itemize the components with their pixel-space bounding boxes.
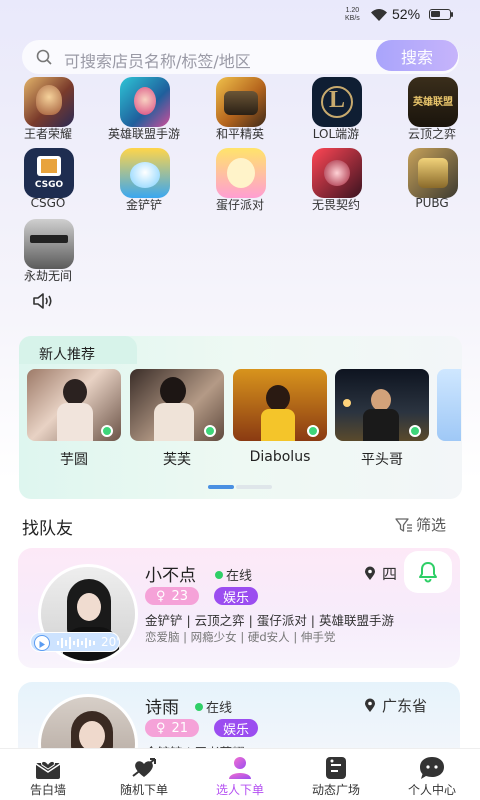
game-item-jinchanchan[interactable]: 金铲铲	[96, 148, 192, 218]
category-badge: 娱乐	[214, 719, 258, 738]
category-badge: 娱乐	[214, 587, 258, 606]
teammate-tags: 恋爱脑 | 网瘾少女 | 硬d安人 | 伸手党	[145, 630, 336, 644]
notify-button[interactable]	[404, 551, 452, 593]
bottom-nav: 告白墙 随机下单 选人下单 动态广场 个人中心	[0, 748, 480, 800]
filter-icon	[395, 517, 412, 532]
carousel-indicator-active	[208, 485, 234, 489]
game-item-eggy-party[interactable]: 蛋仔派对	[192, 148, 288, 218]
nav-feed-square[interactable]: 动态广场	[288, 749, 384, 800]
game-item-csgo[interactable]: CSGO CSGO	[0, 148, 96, 218]
jinchanchan-logo	[120, 148, 170, 198]
game-item-peace-elite[interactable]: 和平精英	[192, 77, 288, 147]
voice-intro-player[interactable]: 20'	[30, 632, 120, 652]
new-person-card-partial[interactable]	[437, 369, 461, 441]
search-icon	[36, 49, 52, 65]
network-speed: 1.20 KB/s	[345, 7, 360, 22]
location-pin-icon	[365, 566, 375, 580]
teammate-games: 金铲铲 | 云顶之弈 | 蛋仔派对 | 英雄联盟手游	[145, 613, 394, 628]
tft-logo: 英雄联盟	[408, 77, 458, 127]
play-icon	[34, 635, 50, 651]
lol-mobile-logo	[120, 77, 170, 127]
new-person-card[interactable]: 平头哥	[335, 369, 429, 469]
online-dot	[409, 425, 421, 437]
game-item-valorant[interactable]: 无畏契约	[288, 148, 384, 218]
nav-random-order[interactable]: 随机下单	[96, 749, 192, 800]
online-dot	[204, 425, 216, 437]
location: 四	[364, 563, 397, 584]
battery-percent: 52%	[392, 6, 421, 22]
new-person-card[interactable]: 芙芙	[130, 369, 224, 469]
peace-elite-logo	[216, 77, 266, 127]
new-people-title: 新人推荐	[39, 347, 95, 363]
teammate-name: 小不点	[145, 566, 196, 586]
location-pin-icon	[365, 698, 375, 712]
online-dot	[307, 425, 319, 437]
profile-chat-icon	[420, 757, 444, 779]
bell-icon	[419, 562, 437, 583]
online-status: 在线	[215, 565, 252, 584]
feed-icon	[326, 757, 346, 779]
nav-profile[interactable]: 个人中心	[384, 749, 480, 800]
person-select-icon	[229, 757, 251, 779]
game-item-lol-mobile[interactable]: 英雄联盟手游	[96, 77, 192, 147]
female-icon: ♀	[155, 720, 166, 736]
team-section-title: 找队友	[22, 519, 73, 539]
age-badge: ♀ 21	[145, 719, 199, 737]
new-person-card[interactable]: 芋圆	[27, 369, 121, 469]
lol-logo: L	[312, 77, 362, 127]
battery-icon	[429, 9, 451, 20]
game-item-wzry[interactable]: 王者荣耀	[0, 77, 96, 147]
location: 广东省	[364, 695, 427, 716]
eggy-party-logo	[216, 148, 266, 198]
waveform-icon	[57, 637, 95, 649]
online-dot	[101, 425, 113, 437]
filter-button[interactable]: 筛选	[395, 514, 446, 535]
teammate-name: 诗雨	[145, 698, 179, 718]
age-badge: ♀ 23	[145, 587, 199, 605]
carousel-indicator	[236, 485, 272, 489]
heart-arrow-icon	[132, 758, 156, 777]
game-item-pubg[interactable]: PUBG	[384, 148, 480, 218]
nav-confession-wall[interactable]: 告白墙	[0, 749, 96, 800]
game-item-lol-pc[interactable]: L LOL端游	[288, 77, 384, 147]
naraka-logo	[24, 219, 74, 269]
love-letter-icon	[35, 761, 61, 779]
search-placeholder: 可搜索店员名称/标签/地区	[64, 52, 251, 71]
pubg-logo	[408, 148, 458, 198]
honor-of-kings-logo	[24, 77, 74, 127]
search-button[interactable]: 搜索	[376, 40, 458, 71]
voice-duration: 20'	[101, 635, 120, 649]
online-status: 在线	[195, 697, 232, 716]
game-item-naraka[interactable]: 永劫无间	[0, 219, 96, 289]
valorant-logo	[312, 148, 362, 198]
nav-select-order[interactable]: 选人下单	[192, 749, 288, 800]
speaker-icon[interactable]	[32, 291, 54, 311]
csgo-logo: CSGO	[24, 148, 74, 198]
new-person-card[interactable]: Diabolus	[233, 369, 327, 469]
game-item-tft[interactable]: 英雄联盟 云顶之弈	[384, 77, 480, 147]
wifi-icon	[371, 9, 387, 21]
status-bar: 1.20 KB/s 52%	[0, 0, 480, 30]
female-icon: ♀	[155, 588, 166, 604]
